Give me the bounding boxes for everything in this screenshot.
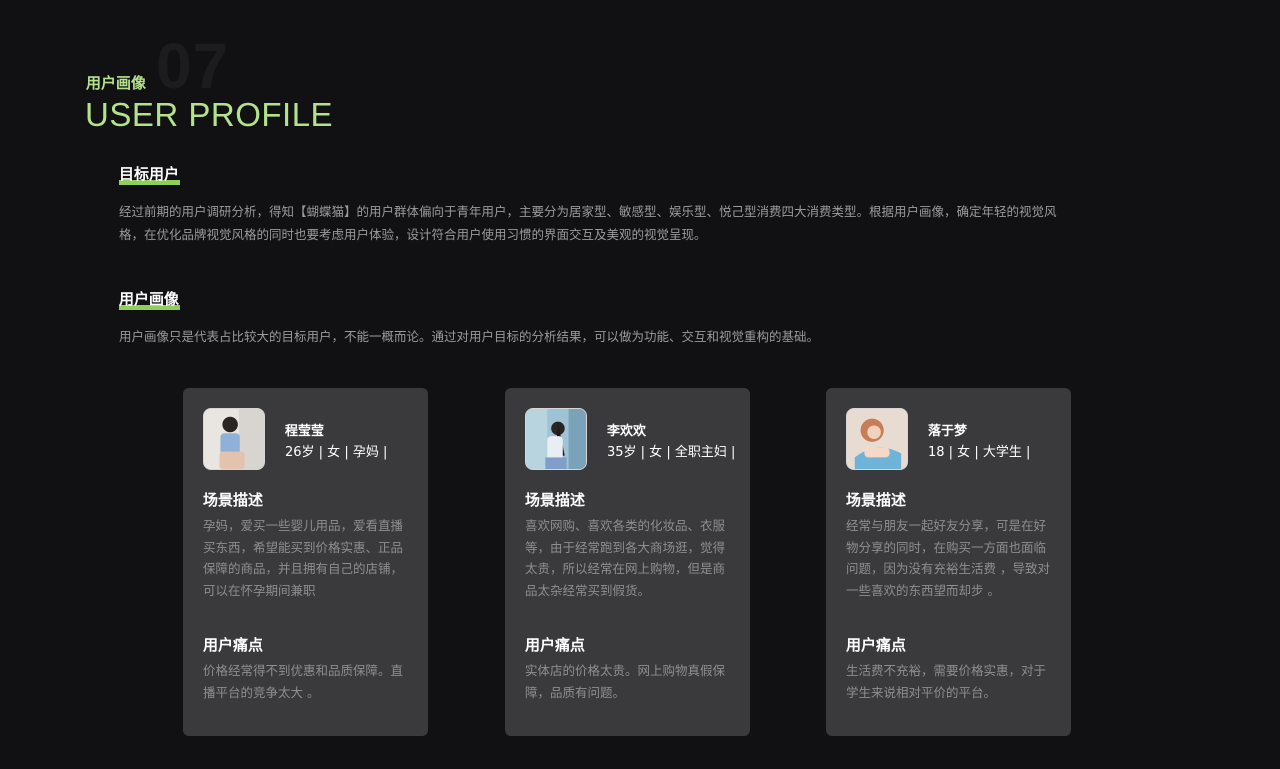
persona-meta: 18 | 女 | 大学生 | — [928, 445, 1031, 460]
persona-meta: 35岁 | 女 | 全职主妇 | — [607, 445, 736, 460]
section-title-cn: 用户画像 — [86, 74, 147, 92]
persona-name: 落于梦 — [928, 424, 968, 439]
persona-name: 李欢欢 — [607, 424, 647, 439]
scene-text: 经常与朋友一起好友分享，可是在好物分享的同时，在购买一方面也面临问题，因为没有充… — [846, 518, 1050, 598]
avatar — [525, 408, 587, 470]
persona-card: 程莹莹 26岁 | 女 | 孕妈 | 场景描述 孕妈，爱买一些婴儿用品，爱看直播… — [183, 388, 428, 736]
persona-name: 程莹莹 — [285, 424, 325, 439]
target-users-text: 经过前期的用户调研分析，得知【蝴蝶猫】的用户群体偏向于青年用户，主要分为居家型、… — [119, 204, 1057, 242]
target-users-heading: 目标用户 — [119, 163, 181, 185]
avatar — [203, 408, 265, 470]
persona-card: 落于梦 18 | 女 | 大学生 | 场景描述 经常与朋友一起好友分享，可是在好… — [826, 388, 1071, 736]
section-title-en: USER PROFILE — [85, 96, 334, 133]
avatar — [846, 408, 908, 470]
pain-heading: 用户痛点 — [525, 636, 586, 654]
scene-heading: 场景描述 — [846, 491, 907, 509]
scene-heading: 场景描述 — [525, 491, 586, 509]
persona-text: 用户画像只是代表占比较大的目标用户，不能一概而论。通过对用户目标的分析结果，可以… — [119, 329, 820, 344]
pain-text: 价格经常得不到优惠和品质保障。直播平台的竞争太大 。 — [203, 663, 404, 700]
section-number: 07 — [156, 30, 230, 102]
scene-text: 孕妈，爱买一些婴儿用品，爱看直播买东西，希望能买到价格实惠、正品保障的商品，并且… — [203, 518, 404, 598]
pain-heading: 用户痛点 — [846, 636, 907, 654]
scene-text: 喜欢网购、喜欢各类的化妆品、衣服等，由于经常跑到各大商场逛，觉得太贵，所以经常在… — [525, 518, 726, 598]
persona-meta: 26岁 | 女 | 孕妈 | — [285, 445, 388, 460]
persona-card: 李欢欢 35岁 | 女 | 全职主妇 | 场景描述 喜欢网购、喜欢各类的化妆品、… — [505, 388, 750, 736]
pain-heading: 用户痛点 — [203, 636, 264, 654]
scene-heading: 场景描述 — [203, 491, 264, 509]
pain-text: 生活费不充裕，需要价格实惠，对于学生来说相对平价的平台。 — [846, 663, 1047, 700]
pain-text: 实体店的价格太贵。网上购物真假保障，品质有问题。 — [525, 663, 726, 700]
persona-heading: 用户画像 — [119, 288, 181, 310]
